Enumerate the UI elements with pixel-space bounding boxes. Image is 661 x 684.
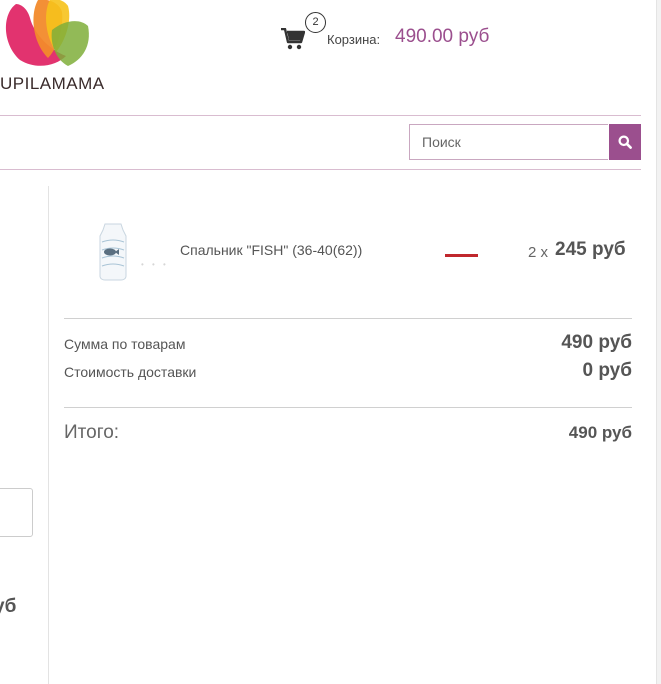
cart-icon [281,28,305,50]
remove-item-button[interactable] [445,248,479,262]
item-name[interactable]: Спальник "FISH" (36-40(62)) [180,242,362,258]
search-divider [0,169,641,170]
cart-total[interactable]: 490.00 руб [395,26,489,48]
left-input-field[interactable] [0,488,33,537]
cart-label: Корзина: [327,32,381,47]
site-logo[interactable]: UPILAMAMA [0,0,120,100]
items-divider [64,318,632,319]
goods-sum-value: 490 руб [561,332,632,353]
page-scroll-edge [656,0,661,684]
product-thumbnail[interactable] [95,222,131,282]
item-quantity: 2 x [528,244,549,261]
item-price: 245 руб [555,239,626,260]
cart-count-badge: 2 [305,12,326,33]
delivery-cost-label: Стоимость доставки [64,364,197,380]
search-form [409,124,641,160]
total-value: 490 руб [568,423,632,442]
logo-petals-icon [5,0,89,66]
goods-sum-label: Сумма по товарам [64,336,186,352]
search-button[interactable] [609,124,641,160]
logo-text: UPILAMAMA [0,74,105,93]
search-icon [618,135,632,149]
summary-divider [64,407,632,408]
left-price-fragment: уб [0,596,17,617]
total-label: Итого: [64,422,120,443]
delivery-cost-value: 0 руб [582,360,632,381]
thumbnail-dots: • • • [141,260,169,269]
search-input[interactable] [409,124,608,160]
header-divider [0,115,641,116]
remove-dash-icon [445,254,478,257]
cart-panel: • • • Спальник "FISH" (36-40(62)) 2 x 24… [49,186,656,684]
